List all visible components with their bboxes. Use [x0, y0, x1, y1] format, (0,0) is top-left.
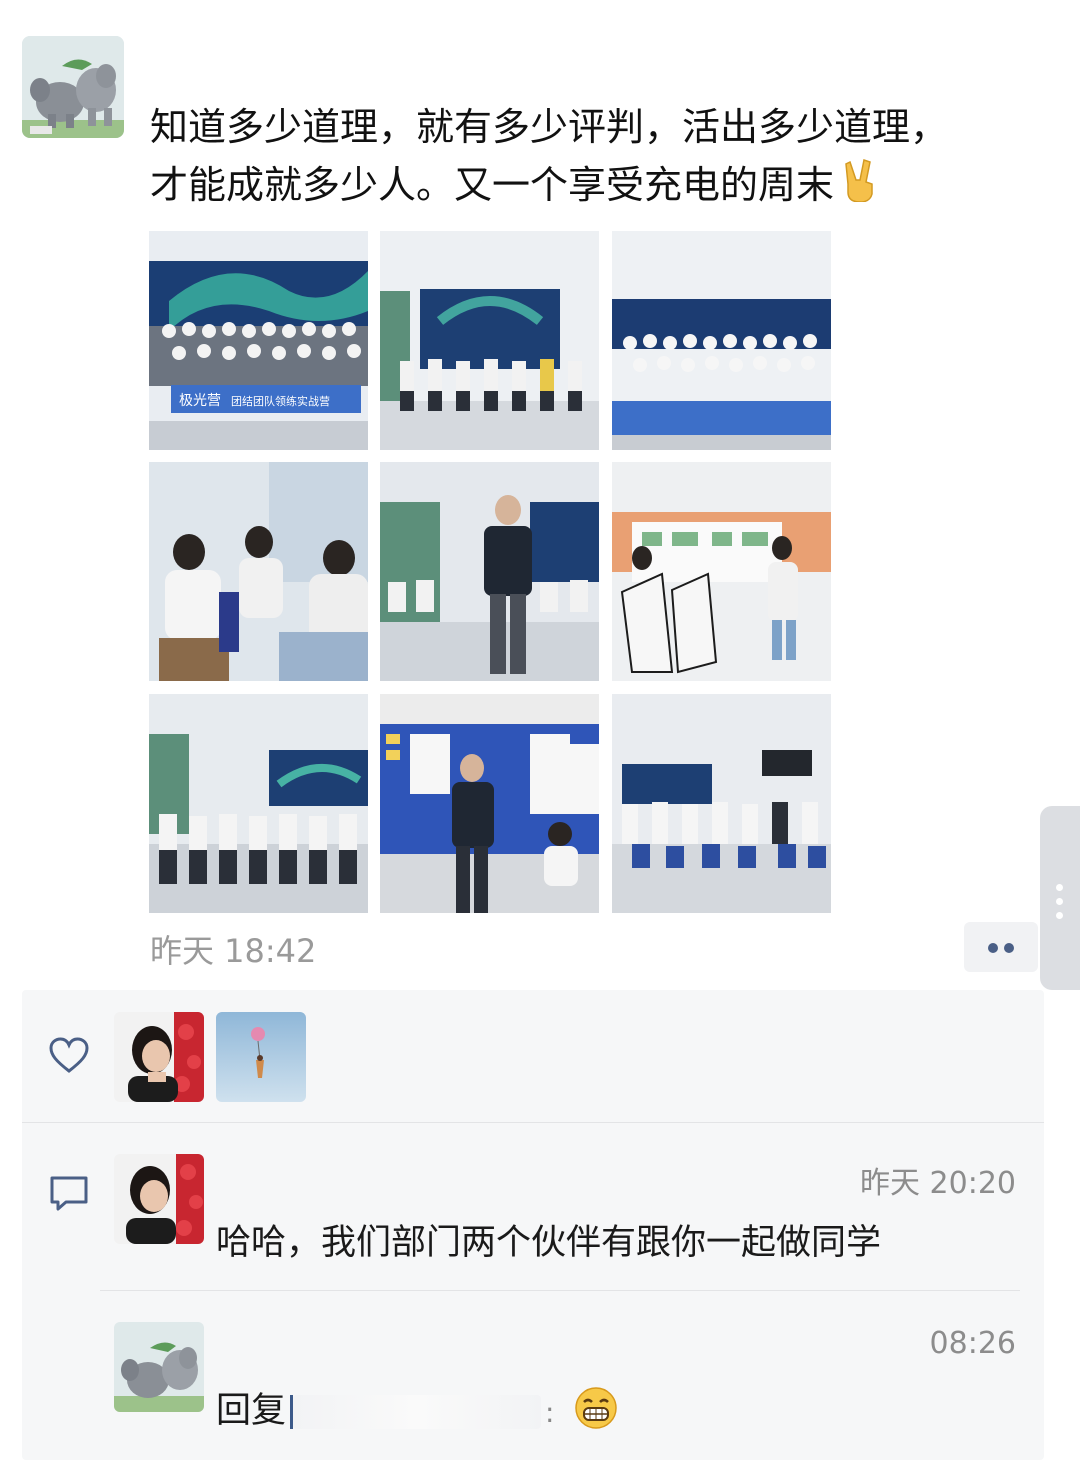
photo-grid: 极光营 团结团队领练实战营 — [149, 231, 831, 913]
liker-avatar-2[interactable] — [216, 1012, 306, 1102]
seated-row-image — [149, 694, 368, 913]
group-photo-image-2 — [612, 231, 831, 450]
comment-time-2: 08:26 — [929, 1326, 1016, 1361]
whiteboard-activity-image — [612, 462, 831, 681]
reply-prefix: 回复 — [216, 1391, 287, 1431]
woman-portrait-image-2 — [114, 1154, 204, 1244]
elephant-avatar-image — [22, 36, 124, 138]
handle-dot-icon — [1056, 884, 1063, 891]
likes-divider — [22, 1122, 1044, 1123]
comment-text-1[interactable]: 哈哈，我们部门两个伙伴有跟你一起做同学 — [216, 1214, 881, 1265]
liker-avatar-1[interactable] — [114, 1012, 204, 1102]
photo-tile-5[interactable] — [380, 462, 599, 681]
reply-colon: : — [545, 1395, 555, 1429]
photo-tile-7[interactable] — [149, 694, 368, 913]
group-photo-image: 极光营 团结团队领练实战营 — [149, 231, 368, 450]
more-dot-icon — [1004, 943, 1014, 953]
photo-tile-6[interactable] — [612, 462, 831, 681]
poster-avatar[interactable] — [22, 36, 124, 138]
commenter-avatar-1[interactable] — [114, 1154, 204, 1244]
banner-text-2: 团结团队领练实战营 — [231, 394, 330, 408]
circle-discussion-image — [612, 694, 831, 913]
woman-portrait-image — [114, 1012, 204, 1102]
speaker-board-image — [380, 694, 599, 913]
photo-tile-8[interactable] — [380, 694, 599, 913]
comment-time-1: 昨天 20:20 — [860, 1166, 1016, 1201]
more-dot-icon — [988, 943, 998, 953]
handle-dot-icon — [1056, 912, 1063, 919]
post-text-line2: 才能成就多少人。又一个享受充电的周末 — [150, 163, 835, 207]
victory-hand-icon — [840, 158, 880, 218]
elephant-avatar-image-2 — [114, 1322, 204, 1412]
comment-divider — [100, 1290, 1020, 1291]
heart-icon — [48, 1036, 90, 1078]
photo-tile-2[interactable] — [380, 231, 599, 450]
grinning-face-icon — [574, 1386, 618, 1439]
comment-icon — [48, 1174, 90, 1218]
comment-text-2[interactable]: 回复: — [216, 1382, 618, 1439]
banner-text-1: 极光营 — [179, 393, 221, 409]
seated-group-photo-image — [380, 231, 599, 450]
photo-tile-3[interactable] — [612, 231, 831, 450]
reply-target-redacted — [293, 1395, 542, 1429]
photo-tile-4[interactable] — [149, 462, 368, 681]
more-actions-button[interactable] — [964, 922, 1038, 972]
photo-tile-9[interactable] — [612, 694, 831, 913]
interaction-panel: 昨天 20:20 哈哈，我们部门两个伙伴有跟你一起做同学 08:26 回复: — [22, 990, 1044, 1460]
post-text: 知道多少道理，就有多少评判，活出多少道理， 才能成就多少人。又一个享受充电的周末 — [150, 98, 1050, 218]
post-text-line1: 知道多少道理，就有多少评判，活出多少道理， — [150, 105, 949, 149]
handle-dot-icon — [1056, 898, 1063, 905]
balloon-girl-image — [216, 1012, 306, 1102]
side-drawer-handle[interactable] — [1040, 806, 1080, 990]
participants-reading-image — [149, 462, 368, 681]
commenter-avatar-2[interactable] — [114, 1322, 204, 1412]
likes-row — [22, 990, 1044, 1122]
post-timestamp: 昨天 18:42 — [150, 932, 317, 970]
photo-tile-1[interactable]: 极光营 团结团队领练实战营 — [149, 231, 368, 450]
speaker-standing-image — [380, 462, 599, 681]
